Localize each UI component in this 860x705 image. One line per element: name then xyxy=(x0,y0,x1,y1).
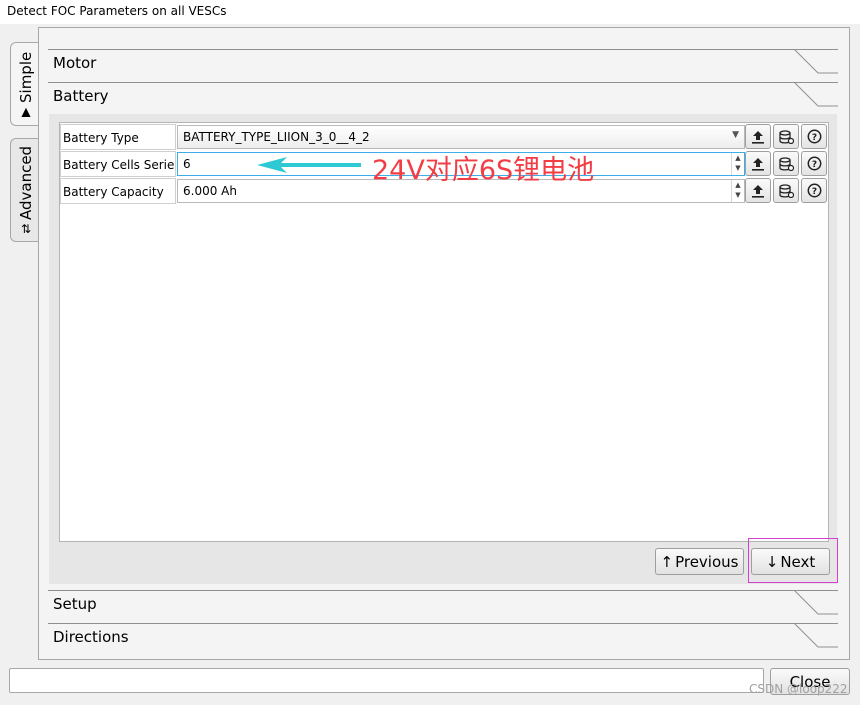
upload-button[interactable] xyxy=(745,178,771,203)
svg-text:?: ? xyxy=(811,160,816,170)
help-button[interactable]: ? xyxy=(801,151,827,176)
help-icon: ? xyxy=(807,129,821,144)
sliders-icon: ⇅ xyxy=(20,222,31,237)
section-corner xyxy=(794,590,838,615)
battery-type-select[interactable]: BATTERY_TYPE_LIION_3_0__4_2 ▼ xyxy=(177,125,745,149)
tab-advanced-label: Advanced xyxy=(16,145,35,221)
section-motor-label: Motor xyxy=(53,54,97,72)
help-button[interactable]: ? xyxy=(801,124,827,149)
watermark: CSDN @loop222 xyxy=(749,682,848,696)
database-button[interactable] xyxy=(773,151,799,176)
database-button[interactable] xyxy=(773,178,799,203)
spinbox-arrows[interactable]: ▲ ▼ xyxy=(731,153,744,175)
upload-button[interactable] xyxy=(745,124,771,149)
param-label: Battery Type xyxy=(60,124,176,150)
database-icon xyxy=(778,156,794,171)
simple-icon: ▲ xyxy=(20,104,31,119)
param-label: Battery Cells Series xyxy=(60,151,176,177)
help-icon: ? xyxy=(807,183,821,198)
annotation-arrow xyxy=(257,157,361,173)
section-motor[interactable]: Motor xyxy=(48,49,838,82)
upload-icon xyxy=(752,157,764,171)
param-row-battery-type: Battery Type BATTERY_TYPE_LIION_3_0__4_2… xyxy=(60,124,828,150)
battery-capacity-value: 6.000 Ah xyxy=(183,184,237,198)
section-corner xyxy=(794,623,838,648)
annotation-text: 24V对应6S锂电池 xyxy=(372,155,595,186)
database-button[interactable] xyxy=(773,124,799,149)
database-icon xyxy=(778,183,794,198)
tab-simple[interactable]: ▲ Simple xyxy=(10,42,40,126)
section-setup-label: Setup xyxy=(53,595,97,613)
database-icon xyxy=(778,129,794,144)
section-corner xyxy=(794,49,838,74)
previous-button[interactable]: ↑ Previous xyxy=(655,548,744,575)
previous-label: Previous xyxy=(675,552,739,571)
section-setup[interactable]: Setup xyxy=(48,590,838,623)
tab-advanced[interactable]: ⇅ Advanced xyxy=(10,138,40,242)
arrow-up-icon: ↑ xyxy=(660,552,674,571)
section-directions[interactable]: Directions xyxy=(48,623,838,656)
section-directions-label: Directions xyxy=(53,628,129,646)
window-title: Detect FOC Parameters on all VESCs xyxy=(7,4,227,18)
chevron-down-icon: ▼ xyxy=(732,130,739,140)
status-field xyxy=(9,668,764,693)
spinbox-arrows[interactable]: ▲ ▼ xyxy=(731,180,744,202)
battery-cells-series-value: 6 xyxy=(183,157,191,171)
param-label: Battery Capacity xyxy=(60,178,176,204)
highlight-box xyxy=(748,538,838,583)
upload-button[interactable] xyxy=(745,151,771,176)
tab-simple-label: Simple xyxy=(16,51,35,103)
section-battery-label: Battery xyxy=(53,87,109,105)
upload-icon xyxy=(752,184,764,198)
help-icon: ? xyxy=(807,156,821,171)
section-corner xyxy=(794,82,838,107)
svg-text:?: ? xyxy=(811,187,816,197)
help-button[interactable]: ? xyxy=(801,178,827,203)
upload-icon xyxy=(752,130,764,144)
svg-text:?: ? xyxy=(811,133,816,143)
section-battery[interactable]: Battery xyxy=(48,82,838,115)
battery-type-value: BATTERY_TYPE_LIION_3_0__4_2 xyxy=(183,130,370,144)
window-titlebar: Detect FOC Parameters on all VESCs xyxy=(0,0,860,24)
